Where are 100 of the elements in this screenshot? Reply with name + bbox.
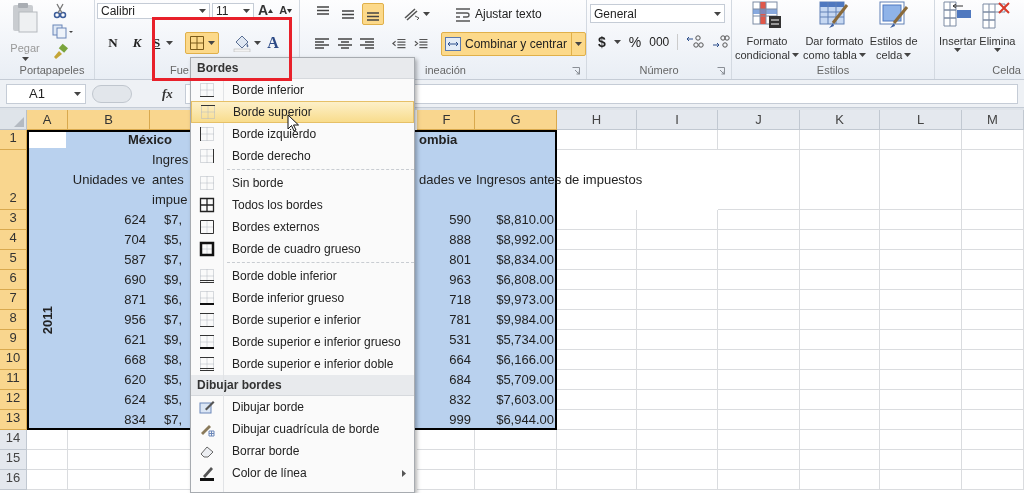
column-header[interactable]: F: [417, 110, 475, 130]
font-size-field[interactable]: 11: [212, 2, 254, 19]
currency-button[interactable]: $: [598, 32, 621, 52]
caret-icon: [254, 41, 262, 45]
style-button[interactable]: Estilos de celda: [868, 1, 919, 62]
dialog-launcher-icon[interactable]: [717, 67, 725, 76]
row-header[interactable]: 14: [0, 430, 27, 450]
empty-cell: [962, 150, 1024, 210]
row-header[interactable]: 12: [0, 390, 27, 410]
menu-item[interactable]: Borde superior e inferior doble: [191, 353, 414, 375]
row-header[interactable]: 16: [0, 470, 27, 490]
font-name-field[interactable]: Calibri: [97, 2, 210, 19]
cells-button[interactable]: Insertar: [938, 1, 978, 52]
row-header[interactable]: 9: [0, 330, 27, 350]
thousands-button[interactable]: 000: [649, 32, 670, 52]
row-header[interactable]: 8: [0, 310, 27, 330]
row-header[interactable]: 10: [0, 350, 27, 370]
column-header[interactable]: G: [475, 110, 557, 130]
merge-center-button[interactable]: Combinar y centrar: [440, 32, 586, 56]
outside-borders-icon: [199, 219, 215, 235]
menu-item[interactable]: Borde superior e inferior grueso: [191, 331, 414, 353]
table-cell-text: 704: [123, 231, 147, 250]
format-painter-icon[interactable]: [52, 43, 68, 59]
group-label: Número: [639, 62, 679, 78]
column-header[interactable]: H: [557, 110, 637, 130]
caret-icon: [792, 53, 800, 57]
caret-icon: [993, 48, 1001, 52]
column-header[interactable]: B: [68, 110, 150, 130]
menu-item[interactable]: Borde inferior: [191, 79, 414, 101]
column-header[interactable]: I: [637, 110, 718, 130]
table-cell-text: Ingres: [152, 151, 188, 169]
font-color-button[interactable]: A: [265, 33, 281, 53]
row-header[interactable]: 2: [0, 150, 27, 210]
menu-item[interactable]: Borde derecho: [191, 145, 414, 167]
borders-button[interactable]: [185, 32, 220, 54]
column-header[interactable]: J: [718, 110, 800, 130]
row-header[interactable]: 4: [0, 230, 27, 250]
table-cell-text: $8,992.00: [495, 231, 555, 250]
shrink-font-button[interactable]: A: [277, 1, 295, 20]
align-button[interactable]: [362, 3, 384, 25]
italic-button[interactable]: K: [127, 33, 147, 53]
menu-item[interactable]: Borde superior e inferior: [191, 309, 414, 331]
menu-item[interactable]: Dibujar cuadrícula de borde: [191, 418, 414, 440]
fill-color-button[interactable]: [233, 33, 262, 53]
empty-cell: [417, 470, 475, 490]
caret-icon: [714, 11, 721, 16]
table-cell-text: 888: [448, 231, 472, 250]
column-header[interactable]: L: [880, 110, 962, 130]
empty-cell: [962, 470, 1024, 490]
number-format-field[interactable]: General: [590, 4, 725, 23]
row-header[interactable]: 15: [0, 450, 27, 470]
menu-item[interactable]: Borde superior: [191, 101, 414, 123]
column-header[interactable]: M: [962, 110, 1024, 130]
table-cell-text: México: [126, 131, 174, 150]
bold-button[interactable]: N: [103, 33, 123, 53]
formula-bar-handle-icon[interactable]: [92, 84, 132, 103]
dialog-launcher-icon[interactable]: [572, 67, 580, 76]
decrease-decimal-icon[interactable]: [712, 34, 731, 50]
grow-font-button[interactable]: A: [256, 1, 276, 20]
table-cell-text: 621: [123, 331, 147, 350]
grid-border-icon: [189, 35, 206, 51]
table-cell-text: 664: [448, 351, 472, 370]
scissors-icon[interactable]: [52, 3, 68, 19]
percent-button[interactable]: %: [628, 32, 642, 52]
caret-icon: [199, 8, 206, 13]
merge-cells-icon: [444, 37, 461, 51]
increase-decimal-icon[interactable]: [686, 34, 705, 50]
column-header[interactable]: K: [800, 110, 880, 130]
style-button[interactable]: Dar formato como tabla: [802, 1, 867, 62]
menu-item[interactable]: Borde izquierdo: [191, 123, 414, 145]
table-cell-text: impue: [152, 191, 188, 209]
menu-item[interactable]: Borde doble inferior: [191, 265, 414, 287]
menu-item[interactable]: Borde de cuadro grueso: [191, 238, 414, 260]
empty-cell: [962, 390, 1024, 410]
empty-cell: [962, 230, 1024, 250]
insert-function-button[interactable]: fx: [162, 83, 173, 104]
wrap-text-button[interactable]: Ajustar texto: [453, 3, 544, 25]
menu-item[interactable]: Sin borde: [191, 172, 414, 194]
table-cell-text: 684: [448, 371, 472, 390]
menu-item[interactable]: Borrar borde: [191, 440, 414, 462]
row-header[interactable]: 3: [0, 210, 27, 230]
row-header[interactable]: 7: [0, 290, 27, 310]
name-box[interactable]: A1: [6, 83, 86, 104]
menu-item[interactable]: Todos los bordes: [191, 194, 414, 216]
empty-cell: [962, 130, 1024, 150]
menu-item[interactable]: Bordes externos: [191, 216, 414, 238]
top-border-icon: [200, 104, 216, 120]
insert-cells-icon: [942, 1, 973, 29]
menu-item[interactable]: Borde inferior grueso: [191, 287, 414, 309]
menu-item[interactable]: Dibujar borde: [191, 396, 414, 418]
style-button[interactable]: Formato condicional: [734, 1, 801, 62]
cells-button[interactable]: Elimina: [978, 1, 1017, 52]
row-header[interactable]: 1: [0, 130, 27, 150]
caret-icon: [423, 12, 430, 16]
row-header[interactable]: 11: [0, 370, 27, 390]
menu-item[interactable]: Color de línea: [191, 462, 414, 484]
row-header[interactable]: 13: [0, 410, 27, 430]
column-header[interactable]: A: [27, 110, 68, 130]
row-header[interactable]: 5: [0, 250, 27, 270]
row-header[interactable]: 6: [0, 270, 27, 290]
